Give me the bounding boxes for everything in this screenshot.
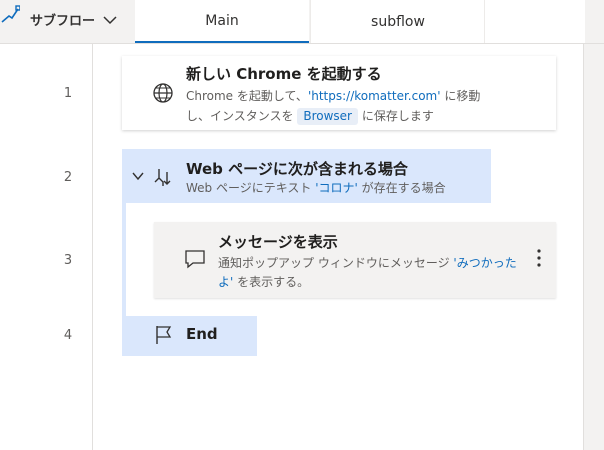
tab-subflow-label: subflow [371, 13, 425, 30]
flow-icon [1, 5, 20, 23]
action-end[interactable]: End [122, 316, 257, 356]
action-title: Web ページに次が含まれる場合 [186, 160, 408, 178]
action-title: 新しい Chrome を起動する [186, 65, 382, 83]
variable-pill-browser[interactable]: Browser [297, 108, 358, 125]
chevron-down-icon[interactable] [102, 12, 118, 28]
line-number: 4 [63, 328, 73, 343]
tab-main[interactable]: Main [135, 0, 309, 43]
action-description: Web ページにテキスト 'コロナ' が存在する場合 [186, 181, 446, 195]
more-options-icon[interactable] [536, 248, 542, 268]
flag-icon [156, 326, 172, 344]
action-if-webpage-contains[interactable]: Web ページに次が含まれる場合 Web ページにテキスト 'コロナ' が存在す… [122, 149, 491, 203]
action-description-line1: Chrome を起動して、'https://komatter.com' に移動 [186, 89, 481, 103]
tab-subflow[interactable]: subflow [310, 0, 485, 43]
condition-block-bar [122, 203, 126, 318]
line-number: 2 [63, 170, 73, 185]
subflow-menu-label: サブフロー [30, 14, 96, 29]
vertical-scrollbar[interactable] [583, 44, 604, 450]
action-display-message[interactable]: メッセージを表示 通知ポップアップ ウィンドウにメッセージ 'みつかった よ' … [154, 222, 556, 298]
action-description-line2: よ' を表示する。 [218, 275, 310, 289]
tab-main-label: Main [205, 12, 239, 29]
action-title: メッセージを表示 [218, 233, 338, 251]
action-description-line1: 通知ポップアップ ウィンドウにメッセージ 'みつかった [218, 256, 517, 270]
globe-icon [153, 83, 173, 103]
line-number-gutter [0, 44, 93, 450]
message-icon [185, 250, 205, 269]
action-title: End [186, 325, 218, 343]
action-description-line2: し、インスタンスを Browser に保存します [186, 108, 434, 125]
message-token: 'みつかった [453, 256, 517, 270]
text-token: 'コロナ' [315, 181, 358, 195]
flow-tab-bar: サブフロー Main subflow [0, 0, 604, 44]
line-number: 1 [63, 86, 73, 101]
subflow-menu[interactable]: サブフロー [0, 0, 134, 43]
chevron-down-icon[interactable] [131, 169, 145, 183]
url-token: 'https://komatter.com' [307, 89, 441, 103]
message-token-end: よ' [218, 275, 234, 289]
tab-bar-empty-area [484, 0, 585, 43]
action-launch-chrome[interactable]: 新しい Chrome を起動する Chrome を起動して、'https://k… [122, 56, 556, 130]
line-number: 3 [63, 253, 73, 268]
branch-icon [154, 169, 171, 186]
